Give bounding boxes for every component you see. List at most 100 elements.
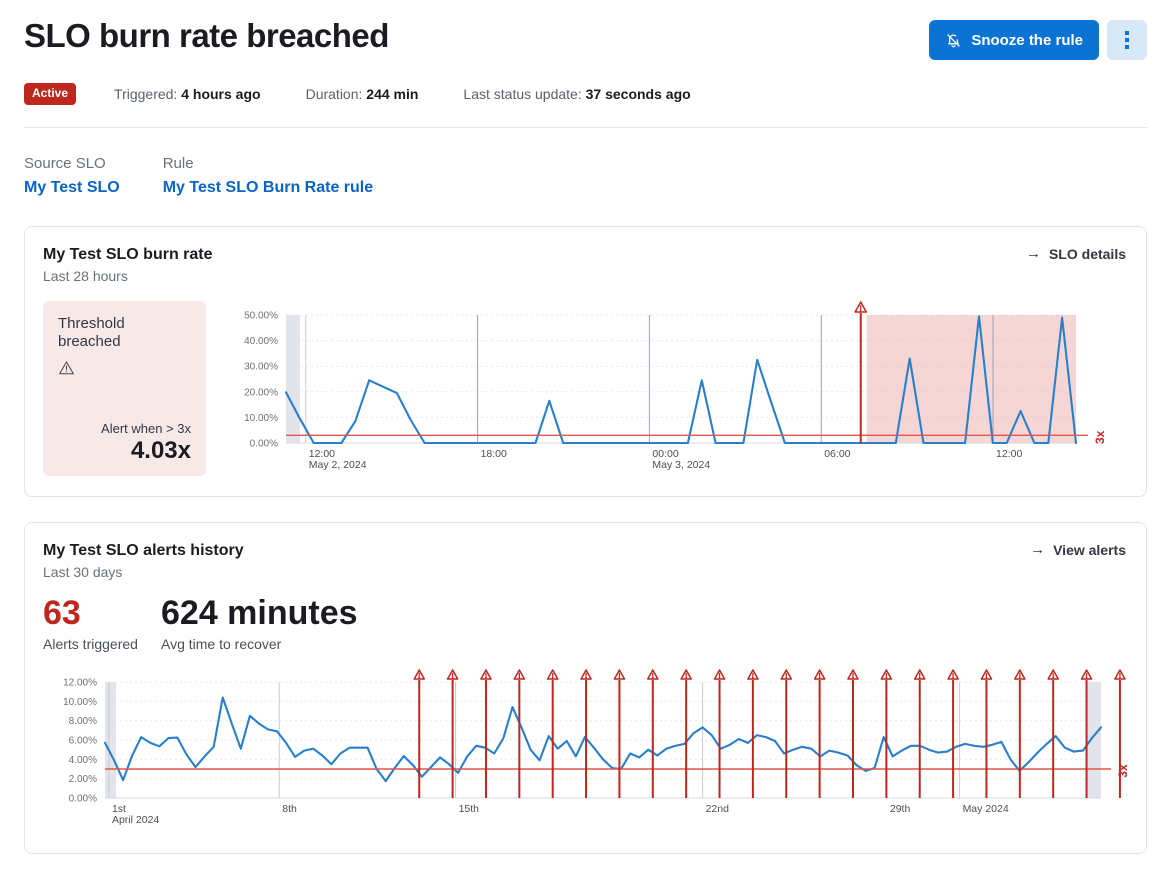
more-actions-button[interactable] — [1107, 20, 1147, 60]
source-rule-section: Source SLO My Test SLO Rule My Test SLO … — [0, 128, 1171, 201]
y-axis-tick-label: 40.00% — [244, 336, 278, 347]
warning-triangle-icon — [481, 670, 491, 679]
source-slo-label: Source SLO — [24, 152, 120, 176]
alert-meta-row: Active Triggered: 4 hours ago Duration: … — [24, 83, 1147, 105]
x-axis-tick-label: 8th — [282, 803, 297, 815]
x-axis-tick-sublabel: May 3, 2024 — [652, 459, 710, 471]
slo-details-link-label: SLO details — [1049, 246, 1126, 262]
threshold-alert-when: Alert when > 3x — [58, 421, 191, 436]
y-axis-tick-label: 10.00% — [244, 413, 278, 424]
threshold-breached-box: Threshold breached Alert when > 3x 4.03x — [43, 301, 206, 476]
warning-triangle-icon — [581, 670, 591, 679]
warning-triangle-icon — [915, 670, 925, 679]
burn-rate-card-header: My Test SLO burn rate Last 28 hours → SL… — [43, 245, 1126, 284]
page-header: SLO burn rate breached Snooze the rule — [0, 0, 1171, 105]
burn-rate-card: My Test SLO burn rate Last 28 hours → SL… — [24, 226, 1147, 497]
bell-slash-icon — [945, 32, 962, 49]
warning-triangle-icon — [881, 670, 891, 679]
alerts-history-card-titles: My Test SLO alerts history Last 30 days — [43, 541, 244, 580]
y-axis-tick-label: 50.00% — [244, 311, 278, 322]
y-axis-tick-label: 20.00% — [244, 388, 278, 399]
x-axis-tick-label: May 2024 — [963, 803, 1009, 815]
alerts-history-chart-svg[interactable]: 12.00%10.00%8.00%6.00%4.00%2.00%0.00%1st… — [43, 668, 1143, 833]
slo-details-link[interactable]: → SLO details — [1026, 245, 1126, 262]
y-axis-tick-label: 6.00% — [69, 736, 97, 747]
y-axis-tick-label: 8.00% — [69, 716, 97, 727]
warning-triangle-icon — [781, 670, 791, 679]
x-axis-tick-label: 12:00 — [996, 448, 1022, 460]
threshold-label: 3x — [1116, 764, 1130, 778]
snooze-the-rule-button[interactable]: Snooze the rule — [929, 20, 1099, 60]
view-alerts-link[interactable]: → View alerts — [1030, 541, 1126, 558]
burn-rate-card-titles: My Test SLO burn rate Last 28 hours — [43, 245, 213, 284]
warning-triangle-icon — [681, 670, 691, 679]
warning-triangle-icon — [548, 670, 558, 679]
more-vertical-icon — [1125, 31, 1129, 49]
alert-detail-page: SLO burn rate breached Snooze the rule — [0, 0, 1171, 892]
meta-last-status-value: 37 seconds ago — [586, 86, 691, 102]
meta-triggered: Triggered: 4 hours ago — [114, 86, 261, 102]
warning-triangle-icon — [714, 670, 724, 679]
rule-label: Rule — [163, 152, 373, 176]
warning-triangle-icon — [414, 670, 424, 679]
arrow-right-icon: → — [1030, 541, 1045, 558]
metric-alerts-triggered: 63 Alerts triggered — [43, 596, 161, 652]
y-axis-tick-label: 12.00% — [63, 678, 97, 689]
meta-last-status-update: Last status update: 37 seconds ago — [463, 86, 690, 102]
warning-triangle-icon — [948, 670, 958, 679]
x-axis-tick-label: 22nd — [706, 803, 730, 815]
warning-triangle-icon — [1115, 670, 1125, 679]
y-axis-tick-label: 0.00% — [69, 794, 97, 805]
rule-link[interactable]: My Test SLO Burn Rate rule — [163, 176, 373, 201]
metric-alerts-triggered-label: Alerts triggered — [43, 636, 161, 652]
warning-triangle-icon — [815, 670, 825, 679]
warning-triangle-icon — [1082, 670, 1092, 679]
header-actions: Snooze the rule — [929, 20, 1147, 60]
burn-rate-chart-svg[interactable]: 50.00% 40.00% 30.00% 20.00% 10.00% 0.00% 12:00… — [226, 301, 1126, 476]
meta-duration-value: 244 min — [366, 86, 418, 102]
source-slo-link[interactable]: My Test SLO — [24, 176, 120, 201]
metric-avg-recover-label: Avg time to recover — [161, 636, 358, 652]
warning-triangle-icon — [448, 670, 458, 679]
alerts-history-card-subtitle: Last 30 days — [43, 564, 244, 580]
y-axis-tick-label: 0.00% — [250, 439, 278, 450]
threshold-label: 3x — [1093, 431, 1107, 445]
warning-triangle-icon — [614, 670, 624, 679]
x-axis-tick-sublabel: April 2024 — [112, 814, 159, 826]
x-axis-tick-label: 06:00 — [824, 448, 850, 460]
alerts-history-card: My Test SLO alerts history Last 30 days … — [24, 522, 1147, 854]
warning-triangle-icon — [58, 360, 191, 381]
warning-triangle-icon — [1048, 670, 1058, 679]
metric-alerts-triggered-value: 63 — [43, 596, 161, 632]
threshold-title: Threshold breached — [58, 315, 191, 351]
x-axis-tick-label: 29th — [890, 803, 911, 815]
y-axis-tick-label: 30.00% — [244, 362, 278, 373]
threshold-footer: Alert when > 3x 4.03x — [58, 421, 191, 465]
burn-rate-card-subtitle: Last 28 hours — [43, 268, 213, 284]
header-top-row: SLO burn rate breached Snooze the rule — [24, 16, 1147, 60]
warning-triangle-icon — [848, 670, 858, 679]
warning-triangle-icon — [514, 670, 524, 679]
view-alerts-link-label: View alerts — [1053, 542, 1126, 558]
arrow-right-icon: → — [1026, 245, 1041, 262]
threshold-current-value: 4.03x — [58, 437, 191, 465]
status-badge: Active — [24, 83, 76, 105]
alerts-history-chart[interactable]: 12.00%10.00%8.00%6.00%4.00%2.00%0.00%1st… — [43, 668, 1126, 833]
warning-triangle-icon — [855, 302, 866, 312]
y-axis-tick-label: 10.00% — [63, 697, 97, 708]
burn-rate-card-body: Threshold breached Alert when > 3x 4.03x… — [43, 301, 1126, 476]
warning-triangle-icon — [748, 670, 758, 679]
y-axis-tick-label: 2.00% — [69, 774, 97, 785]
metric-avg-recover: 624 minutes Avg time to recover — [161, 596, 358, 652]
alerts-history-metrics: 63 Alerts triggered 624 minutes Avg time… — [43, 596, 1126, 652]
x-axis-tick-sublabel: May 2, 2024 — [309, 459, 367, 471]
warning-triangle-icon — [648, 670, 658, 679]
alerts-history-card-title: My Test SLO alerts history — [43, 541, 244, 561]
rule-block: Rule My Test SLO Burn Rate rule — [163, 152, 373, 201]
burn-rate-chart[interactable]: 50.00% 40.00% 30.00% 20.00% 10.00% 0.00% 12:00… — [226, 301, 1126, 476]
warning-triangle-icon — [1015, 670, 1025, 679]
x-axis-tick-label: 18:00 — [481, 448, 507, 460]
meta-duration: Duration: 244 min — [306, 86, 419, 102]
alerts-history-card-header: My Test SLO alerts history Last 30 days … — [43, 541, 1126, 580]
source-slo-block: Source SLO My Test SLO — [24, 152, 120, 201]
